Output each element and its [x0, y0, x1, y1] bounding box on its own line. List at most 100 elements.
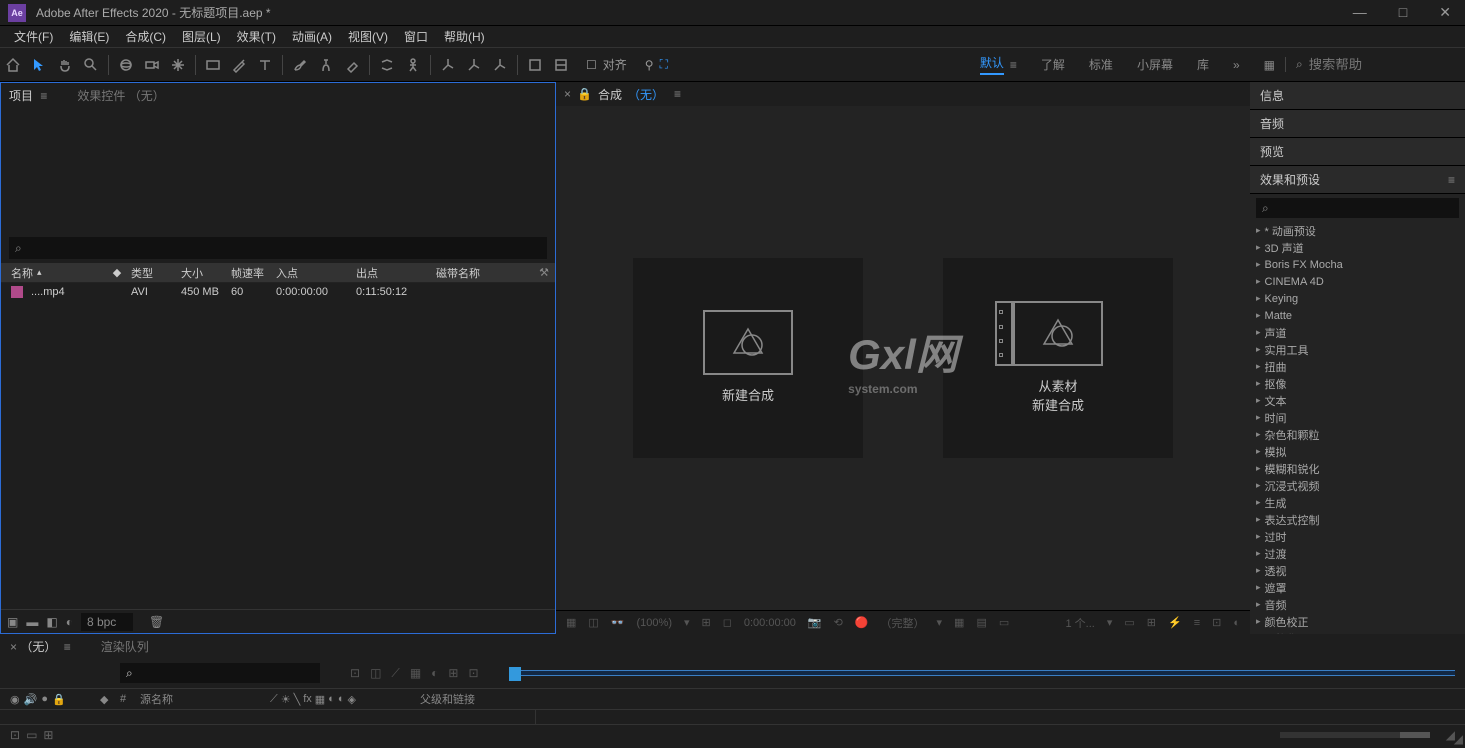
- workspace-grid-icon[interactable]: ▦: [1264, 58, 1275, 72]
- time-ruler[interactable]: [509, 670, 1455, 676]
- solo-column-icon[interactable]: ●: [41, 693, 48, 706]
- panel-audio[interactable]: 音频: [1250, 110, 1465, 138]
- workspace-standard[interactable]: 标准: [1089, 56, 1113, 73]
- effect-category[interactable]: ▸* 动画预设: [1250, 222, 1465, 239]
- channel-icon[interactable]: 🔴: [855, 616, 869, 629]
- workspace-more[interactable]: »: [1233, 58, 1240, 72]
- col-fps[interactable]: 帧速率: [227, 265, 272, 281]
- effect-category[interactable]: ▸过渡: [1250, 545, 1465, 562]
- effect-category[interactable]: ▸透视: [1250, 562, 1465, 579]
- menu-help[interactable]: 帮助(H): [436, 26, 493, 47]
- effect-category[interactable]: ▸模糊和锐化: [1250, 460, 1465, 477]
- comp-name-link[interactable]: （无）: [628, 86, 664, 103]
- resize-grip-icon[interactable]: ◢: [1454, 732, 1463, 746]
- menu-layer[interactable]: 图层(L): [174, 26, 229, 47]
- roto-tool[interactable]: [375, 53, 399, 77]
- quality-switch-icon[interactable]: ╲: [294, 693, 301, 706]
- col-out[interactable]: 出点: [352, 265, 432, 281]
- tab-timeline-none[interactable]: × （无） ≡: [10, 638, 71, 655]
- effect-category[interactable]: ▸遮罩: [1250, 579, 1465, 596]
- menu-effect[interactable]: 效果(T): [229, 26, 284, 47]
- camera-count[interactable]: 1 个...: [1066, 615, 1095, 631]
- timeline-icon[interactable]: ≡: [1194, 617, 1200, 629]
- col-tape[interactable]: 磁带名称: [432, 265, 539, 281]
- draft-3d-icon[interactable]: ◫: [370, 666, 381, 681]
- comp-panel-menu[interactable]: ≡: [674, 87, 681, 101]
- effects-panel-menu[interactable]: ≡: [1448, 173, 1455, 187]
- fast-preview-icon[interactable]: ⚡: [1168, 616, 1182, 629]
- bpc-display[interactable]: 8 bpc: [81, 613, 133, 631]
- ruler-icon[interactable]: ▭: [999, 616, 1009, 629]
- effect-category[interactable]: ▸Boris FX Mocha: [1250, 256, 1465, 273]
- effect-category[interactable]: ▸模拟: [1250, 443, 1465, 460]
- effect-category[interactable]: ▸时间: [1250, 409, 1465, 426]
- lock-icon[interactable]: 🔒: [577, 87, 592, 101]
- motion-blur-switch-icon[interactable]: ◐: [328, 693, 335, 706]
- pixel-aspect-icon[interactable]: ⊞: [1147, 616, 1156, 629]
- world-axis-icon[interactable]: [462, 53, 486, 77]
- new-folder-icon[interactable]: ▬: [26, 615, 38, 629]
- effect-category[interactable]: ▸沉浸式视频: [1250, 477, 1465, 494]
- effect-category[interactable]: ▸过时: [1250, 528, 1465, 545]
- col-label-icon[interactable]: ◆: [107, 266, 127, 279]
- menu-view[interactable]: 视图(V): [340, 26, 396, 47]
- zoom-slider[interactable]: [1280, 732, 1430, 738]
- graph-editor-icon[interactable]: ⊞: [448, 666, 458, 681]
- menu-composition[interactable]: 合成(C): [117, 26, 174, 47]
- workspace-learn[interactable]: 了解: [1041, 56, 1065, 73]
- flowchart-icon[interactable]: ⊡: [1212, 616, 1221, 629]
- type-tool[interactable]: [253, 53, 277, 77]
- close-tab-icon[interactable]: ×: [564, 87, 571, 101]
- menu-window[interactable]: 窗口: [396, 26, 436, 47]
- effect-category[interactable]: ▸表达式控制: [1250, 511, 1465, 528]
- project-panel-menu[interactable]: ≡: [40, 89, 47, 103]
- col-source[interactable]: 源名称: [140, 691, 270, 707]
- speaker-column-icon[interactable]: 🔊: [24, 693, 38, 706]
- interpret-footage-icon[interactable]: ▣: [7, 615, 18, 629]
- exposure-icon[interactable]: ◐: [1233, 617, 1240, 629]
- maximize-button[interactable]: □: [1393, 2, 1413, 23]
- hand-tool[interactable]: [53, 53, 77, 77]
- effect-category[interactable]: ▸Matte: [1250, 307, 1465, 324]
- resolution-display[interactable]: （完整）: [881, 615, 925, 631]
- sort-icon[interactable]: ▴: [37, 267, 42, 278]
- close-button[interactable]: ✕: [1433, 2, 1457, 23]
- workspace-default[interactable]: 默认: [980, 54, 1004, 75]
- selection-tool[interactable]: [27, 53, 51, 77]
- toggle-mask-icon[interactable]: ◫: [588, 616, 598, 629]
- comp-mini-flowchart-icon[interactable]: ⊡: [350, 666, 360, 681]
- effect-category[interactable]: ▸文本: [1250, 392, 1465, 409]
- effect-category[interactable]: ▸音频: [1250, 596, 1465, 613]
- effect-category[interactable]: ▸3D 声道: [1250, 239, 1465, 256]
- toggle-alpha-icon[interactable]: ▦: [566, 616, 576, 629]
- toggle-3d-icon[interactable]: 👓: [611, 616, 625, 629]
- snap-magnet-icon[interactable]: ⚲: [645, 58, 654, 72]
- guides-icon[interactable]: ▤: [976, 616, 986, 629]
- lock-column-icon[interactable]: 🔒: [52, 693, 66, 706]
- col-parent[interactable]: 父级和链接: [420, 691, 520, 707]
- snap-edge-icon[interactable]: [549, 53, 573, 77]
- toggle-in-out-icon[interactable]: ⊞: [43, 728, 53, 742]
- effect-category[interactable]: ▸Keying: [1250, 290, 1465, 307]
- menu-edit[interactable]: 编辑(E): [61, 26, 117, 47]
- flowchart-icon[interactable]: ⚒: [539, 266, 549, 279]
- hide-shy-icon[interactable]: ⟋: [391, 666, 399, 681]
- grid-icon[interactable]: ▦: [954, 616, 964, 629]
- panel-effects[interactable]: 效果和预设 ≡: [1250, 166, 1465, 194]
- region-icon[interactable]: ◻: [723, 616, 732, 629]
- effects-search[interactable]: ⌕: [1256, 198, 1459, 218]
- workspace-library[interactable]: 库: [1197, 56, 1209, 73]
- local-axis-icon[interactable]: [436, 53, 460, 77]
- zoom-display[interactable]: (100%): [637, 617, 672, 629]
- rectangle-tool[interactable]: [201, 53, 225, 77]
- eye-column-icon[interactable]: ◉: [10, 693, 20, 706]
- effect-category[interactable]: ▸扭曲: [1250, 358, 1465, 375]
- panel-preview[interactable]: 预览: [1250, 138, 1465, 166]
- collapse-switch-icon[interactable]: ☀: [281, 693, 291, 706]
- zoom-tool[interactable]: [79, 53, 103, 77]
- frame-blend-icon[interactable]: ▦: [410, 666, 421, 681]
- home-icon[interactable]: [1, 53, 25, 77]
- show-snapshot-icon[interactable]: ⟲: [834, 616, 843, 629]
- col-in[interactable]: 入点: [272, 265, 352, 281]
- workspace-small[interactable]: 小屏幕: [1137, 56, 1173, 73]
